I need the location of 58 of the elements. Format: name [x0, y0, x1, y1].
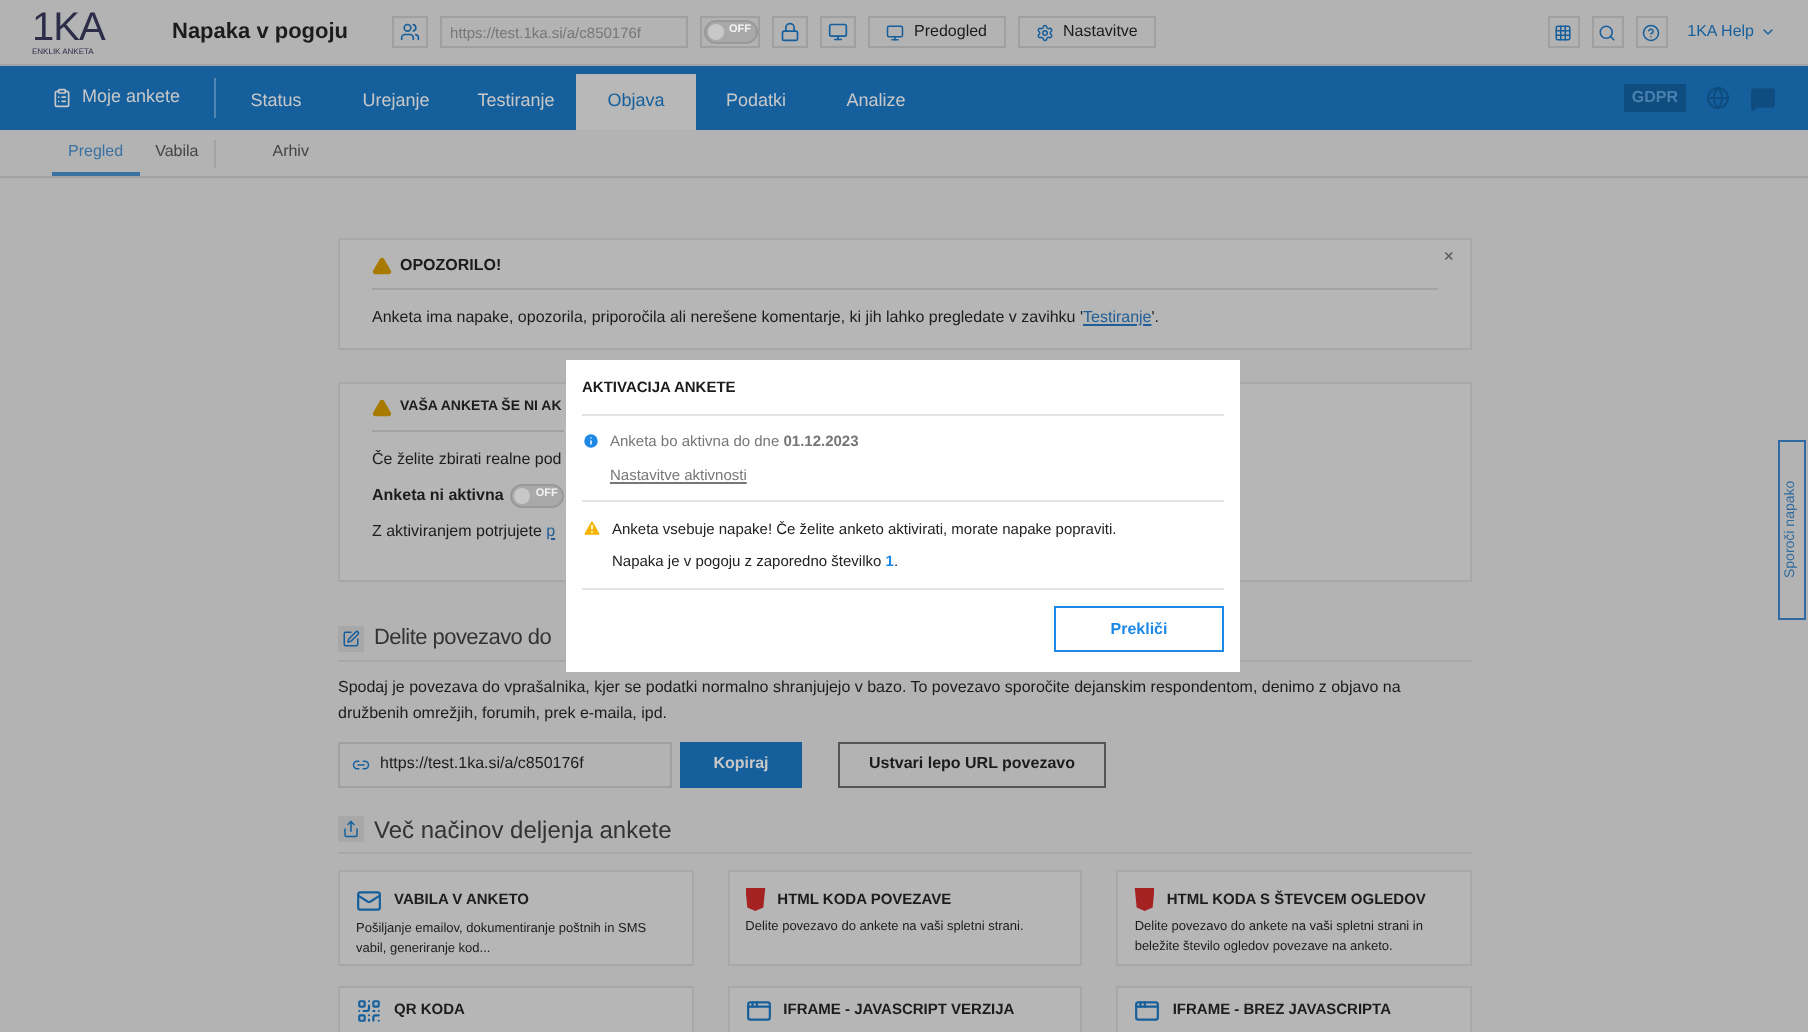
html5-shield-icon	[745, 887, 766, 911]
share-description: Spodaj je povezava do vprašalnika, kjer se podatki normalno shranjujejo v bazo. To povezavo sporočite dejanskim respondentom, denimo z objavo na družbenih omrežjih, forumih, prek e-maila, ipd.	[338, 675, 1403, 725]
window-icon	[1134, 997, 1161, 1023]
warning-icon	[372, 398, 392, 419]
copy-button[interactable]: Kopiraj	[680, 741, 802, 787]
help-button[interactable]	[1635, 16, 1668, 48]
warning-icon	[372, 256, 392, 276]
users-icon	[400, 22, 421, 42]
users-button[interactable]	[392, 16, 429, 48]
nav-tab[interactable]: Status	[216, 74, 337, 130]
chevron-down-icon	[1760, 24, 1776, 40]
lock-icon	[780, 22, 801, 42]
envelope-icon	[356, 887, 382, 913]
edit-icon	[342, 629, 360, 648]
warning-icon	[582, 518, 602, 539]
pretty-url-button[interactable]: Ustvari lepo URL povezavo	[838, 741, 1106, 787]
settings-icon	[1035, 23, 1054, 41]
preview-button[interactable]: Predogled	[868, 16, 1006, 48]
terms-link[interactable]: p	[546, 521, 556, 539]
qr-code-icon	[356, 997, 382, 1023]
warning-text: Anketa ima napake, opozorila, priporočila ali nerešene komentarje, ki jih lahko pregledate v zavihku 'Testiranje'.	[372, 306, 1162, 330]
my-surveys-tab[interactable]: Moje ankete	[52, 66, 215, 130]
gdpr-badge[interactable]: GDPR	[1623, 84, 1686, 112]
grid-icon	[1554, 23, 1573, 41]
nav-tab[interactable]: Analize	[816, 74, 937, 130]
search-button[interactable]	[1591, 16, 1624, 48]
clipboard-icon	[52, 88, 72, 108]
nav-tab[interactable]: Podatki	[696, 74, 817, 130]
sub-tab[interactable]: Vabila	[139, 130, 215, 176]
help-icon	[1642, 23, 1661, 41]
nav-tab[interactable]: Testiranje	[456, 74, 577, 130]
lock-button[interactable]	[772, 16, 809, 48]
monitor-icon	[886, 23, 905, 41]
monitor-icon	[828, 22, 849, 42]
sub-tab[interactable]: Pregled	[52, 130, 140, 176]
status-label: Anketa ni aktivna	[372, 483, 504, 507]
sub-tab[interactable]: Arhiv	[256, 130, 325, 176]
link-icon	[352, 755, 370, 773]
warning-title: OPOZORILO!	[400, 254, 502, 278]
html5-shield-icon	[1134, 887, 1155, 911]
status-text: Če želite zbirati realne pod	[372, 447, 562, 471]
share-icon	[342, 820, 360, 838]
testing-link[interactable]: Testiranje	[1083, 308, 1152, 326]
survey-url-field[interactable]: https://test.1ka.si/a/c850176f	[338, 741, 672, 787]
monitor-button[interactable]	[820, 16, 857, 48]
help-menu[interactable]: 1KA Help	[1687, 20, 1776, 44]
share-title: Delite povezavo do	[374, 624, 552, 654]
more-title: Več načinov deljenja ankete	[374, 813, 672, 847]
close-button[interactable]: ×	[1443, 244, 1454, 271]
cancel-button[interactable]: Prekliči	[1054, 606, 1224, 653]
nav-tab[interactable]: Objava	[576, 74, 697, 130]
window-icon	[745, 997, 772, 1023]
nav-tab[interactable]: Urejanje	[336, 74, 457, 130]
info-icon	[582, 432, 600, 451]
apps-button[interactable]	[1547, 16, 1580, 48]
settings-button[interactable]: Nastavitve	[1017, 16, 1156, 48]
survey-title: Napaka v pogoju	[172, 17, 349, 48]
search-icon	[1598, 23, 1617, 41]
